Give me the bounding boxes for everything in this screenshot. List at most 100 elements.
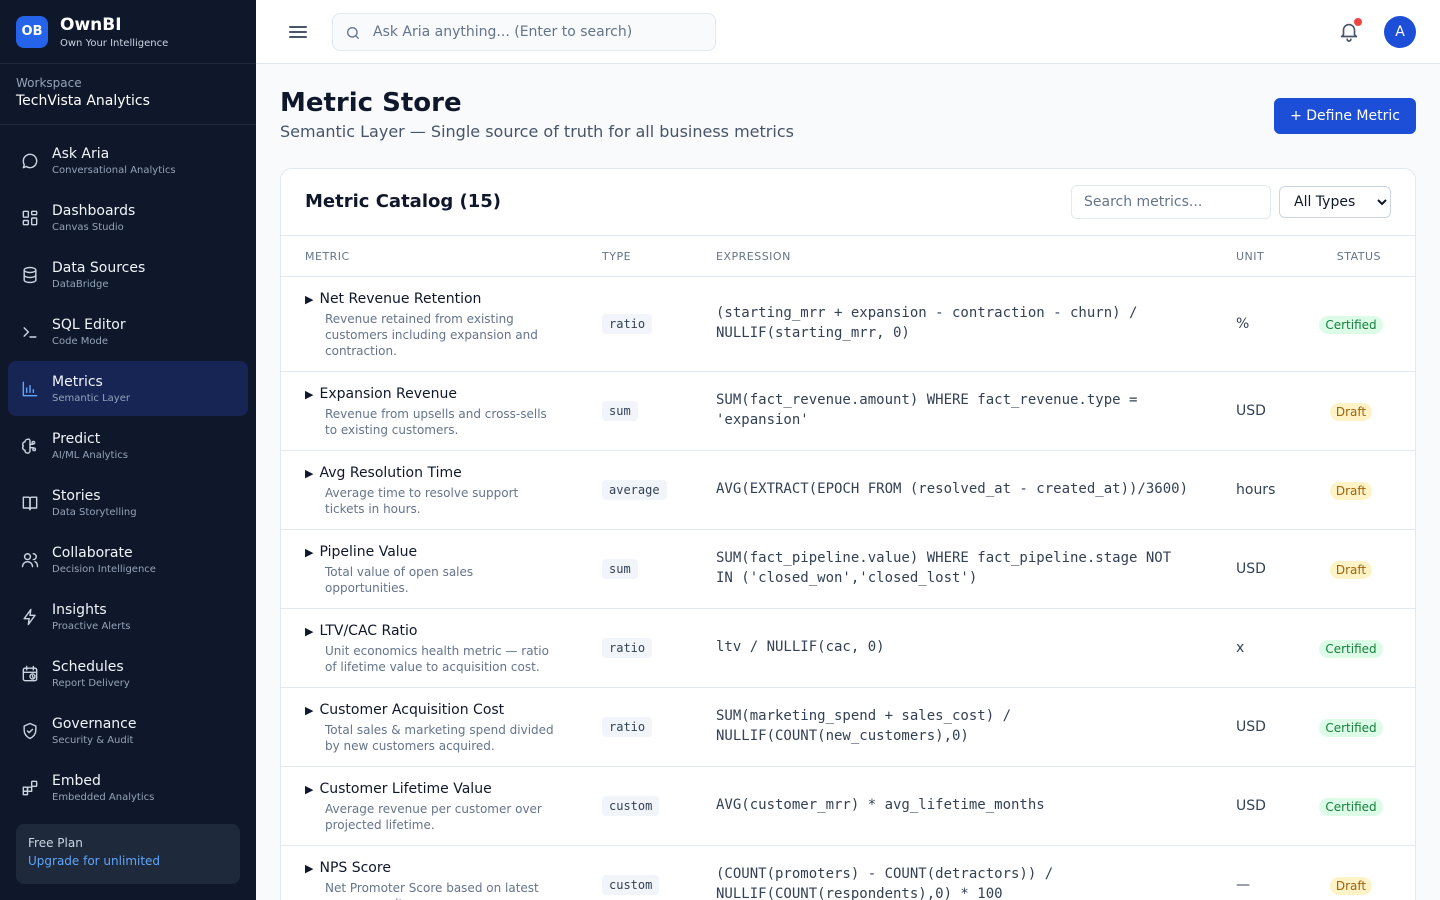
metric-name-text: Customer Acquisition Cost [319, 702, 505, 718]
sidebar-item-label: Stories [52, 487, 101, 504]
page-title: Metric Store [280, 88, 462, 118]
upgrade-link[interactable]: Upgrade for unlimited [28, 854, 228, 868]
sidebar-item-embed[interactable]: Embed Embedded Analytics [8, 760, 248, 815]
catalog-title: Metric Catalog (15) [305, 191, 502, 212]
metric-name[interactable]: ▶ Pipeline Value [305, 544, 575, 561]
sidebar-nav: Ask Aria Conversational Analytics Dashboar… [0, 125, 256, 882]
sidebar-item-label: Dashboards [52, 202, 136, 219]
sidebar-item-label: Data Sources [52, 259, 146, 276]
col-expression: EXPRESSION [716, 250, 791, 263]
metric-description: Average time to resolve support tickets … [325, 486, 519, 516]
expand-caret-icon[interactable]: ▶ [305, 862, 313, 875]
sidebar-item-collaborate[interactable]: Collaborate Decision Intelligence [8, 532, 248, 587]
metric-name[interactable]: ▶ Customer Acquisition Cost [305, 702, 575, 719]
table-row[interactable]: ▶ Pipeline Value Total value of open sales… [281, 530, 1415, 609]
type-filter-select[interactable]: All Types [1279, 186, 1391, 218]
status-cell: Certified [1311, 717, 1391, 737]
metric-name[interactable]: ▶ Net Revenue Retention [305, 291, 575, 308]
metric-name[interactable]: ▶ Avg Resolution Time [305, 465, 575, 482]
brand[interactable]: OB OwnBI Own Your Intelligence [0, 0, 256, 64]
table-row[interactable]: ▶ LTV/CAC Ratio Unit economics health metr… [281, 609, 1415, 688]
metric-name-text: Expansion Revenue [319, 386, 457, 402]
status-cell: Certified [1311, 314, 1391, 334]
expand-caret-icon[interactable]: ▶ [305, 467, 313, 480]
col-unit: UNIT [1236, 250, 1265, 263]
sidebar-item-subtitle: Proactive Alerts [52, 620, 131, 632]
sidebar-item-insights[interactable]: Insights Proactive Alerts [8, 589, 248, 644]
sidebar-item-governance[interactable]: Governance Security & Audit [8, 703, 248, 758]
calendar-clock-icon [20, 664, 40, 684]
avatar[interactable]: A [1384, 16, 1416, 48]
type-cell: ratio [602, 716, 653, 737]
type-badge: sum [602, 559, 638, 579]
type-badge: sum [602, 401, 638, 421]
table-row[interactable]: ▶ Net Revenue Retention Revenue retained f… [281, 277, 1415, 372]
sidebar-item-label: Ask Aria [52, 145, 110, 162]
expand-caret-icon[interactable]: ▶ [305, 783, 313, 796]
expand-caret-icon[interactable]: ▶ [305, 625, 313, 638]
sidebar-item-subtitle: Decision Intelligence [52, 563, 156, 575]
table-row[interactable]: ▶ Avg Resolution Time Average time to reso… [281, 451, 1415, 530]
expand-caret-icon[interactable]: ▶ [305, 388, 313, 401]
unit-cell: USD [1236, 719, 1266, 735]
metric-name[interactable]: ▶ LTV/CAC Ratio [305, 623, 575, 640]
sidebar-item-sql-editor[interactable]: SQL Editor Code Mode [8, 304, 248, 359]
type-cell: custom [602, 795, 660, 816]
sidebar-item-subtitle: Embedded Analytics [52, 791, 155, 803]
expression-cell: AVG(EXTRACT(EPOCH FROM (resolved_at - cr… [716, 481, 1189, 497]
metric-name[interactable]: ▶ Customer Lifetime Value [305, 781, 575, 798]
status-badge: Certified [1319, 640, 1383, 658]
status-badge: Draft [1329, 561, 1373, 579]
hamburger-icon [289, 26, 307, 38]
status-badge: Draft [1329, 482, 1373, 500]
type-cell: ratio [602, 313, 653, 334]
metric-search-input[interactable] [1071, 185, 1271, 219]
sidebar-item-label: Insights [52, 601, 107, 618]
metric-description: Average revenue per customer over projec… [325, 802, 542, 832]
col-status: STATUS [1336, 250, 1381, 263]
expand-caret-icon[interactable]: ▶ [305, 704, 313, 717]
metric-name[interactable]: ▶ Expansion Revenue [305, 386, 575, 403]
global-search-input[interactable] [373, 14, 703, 50]
status-cell: Draft [1311, 480, 1391, 500]
menu-toggle-button[interactable] [286, 20, 310, 44]
unit-cell: hours [1236, 482, 1276, 498]
topbar: A [256, 0, 1440, 64]
brain-icon [20, 436, 40, 456]
notifications-button[interactable] [1338, 18, 1362, 44]
expand-caret-icon[interactable]: ▶ [305, 546, 313, 559]
sidebar-item-predict[interactable]: Predict AI/ML Analytics [8, 418, 248, 473]
unit-cell: x [1236, 640, 1245, 656]
sidebar-item-metrics[interactable]: Metrics Semantic Layer [8, 361, 248, 416]
sidebar-item-schedules[interactable]: Schedules Report Delivery [8, 646, 248, 701]
define-metric-button[interactable]: + Define Metric [1274, 98, 1416, 134]
sidebar-item-subtitle: Canvas Studio [52, 221, 124, 233]
workspace-switcher[interactable]: Workspace TechVista Analytics [0, 64, 256, 125]
type-cell: sum [602, 558, 638, 579]
type-badge: custom [602, 875, 660, 895]
expand-caret-icon[interactable]: ▶ [305, 293, 313, 306]
table-header: METRIC TYPE EXPRESSION UNIT STATUS [281, 236, 1415, 277]
sidebar-item-stories[interactable]: Stories Data Storytelling [8, 475, 248, 530]
expression-cell: (starting_mrr + expansion - contraction … [716, 305, 1138, 341]
sidebar-item-data-sources[interactable]: Data Sources DataBridge [8, 247, 248, 302]
status-badge: Certified [1319, 798, 1383, 816]
sidebar-item-ask-aria[interactable]: Ask Aria Conversational Analytics [8, 133, 248, 188]
shield-icon [20, 721, 40, 741]
metric-name[interactable]: ▶ NPS Score [305, 860, 575, 877]
expression-cell: AVG(customer_mrr) * avg_lifetime_months [716, 797, 1045, 813]
sidebar-item-dashboards[interactable]: Dashboards Canvas Studio [8, 190, 248, 245]
metric-description: Revenue retained from existing customers… [325, 312, 538, 358]
table-row[interactable]: ▶ Expansion Revenue Revenue from upsells a… [281, 372, 1415, 451]
table-row[interactable]: ▶ Customer Acquisition Cost Total sales & … [281, 688, 1415, 767]
table-row[interactable]: ▶ NPS Score Net Promoter Score based on la… [281, 846, 1415, 900]
status-cell: Draft [1311, 559, 1391, 579]
metric-description: Total value of open sales opportunities. [325, 565, 474, 595]
metric-cell: ▶ NPS Score Net Promoter Score based on la… [305, 860, 575, 900]
expression-cell: SUM(fact_pipeline.value) WHERE fact_pipe… [716, 550, 1172, 586]
table-row[interactable]: ▶ Customer Lifetime Value Average revenue … [281, 767, 1415, 846]
expression-cell: SUM(marketing_spend + sales_cost) / NULL… [716, 708, 1012, 744]
database-icon [20, 265, 40, 285]
table-body: ▶ Net Revenue Retention Revenue retained f… [281, 277, 1415, 900]
metric-catalog: Metric Catalog (15) All Types METRIC TYP… [280, 168, 1416, 900]
